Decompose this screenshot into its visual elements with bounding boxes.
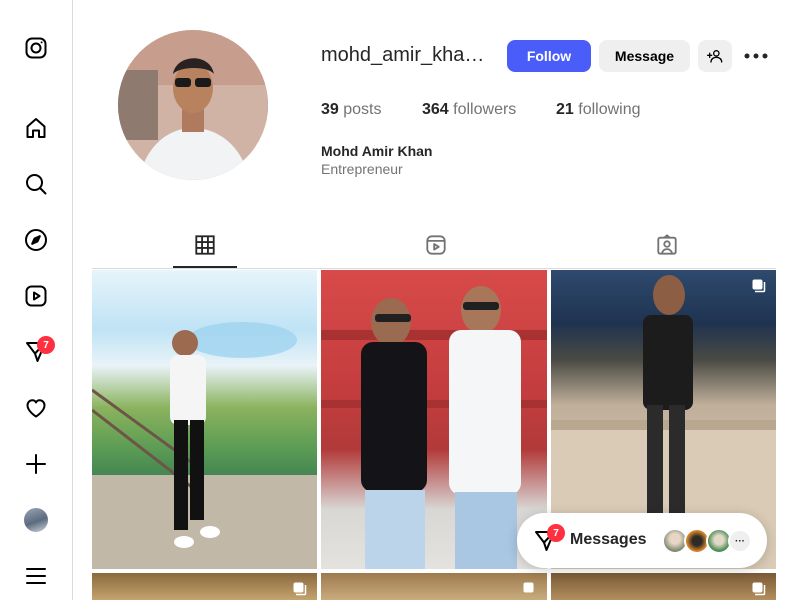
- followers-label: followers: [453, 101, 517, 118]
- profile-avatar[interactable]: [24, 508, 48, 532]
- carousel-icon: [523, 582, 534, 593]
- messages-widget-label: Messages: [570, 531, 647, 548]
- post-photo: [92, 322, 317, 569]
- profile-photo: [118, 30, 268, 180]
- post-thumbnail[interactable]: [321, 573, 547, 600]
- message-button[interactable]: Message: [599, 40, 690, 72]
- post-thumbnail[interactable]: [92, 573, 317, 600]
- posts-stat: 39 posts: [321, 101, 382, 119]
- followers-count: 364: [422, 101, 449, 118]
- tab-posts[interactable]: [192, 232, 218, 258]
- profile-full-name: Mohd Amir Khan: [321, 143, 433, 159]
- tabs-divider: [92, 268, 776, 269]
- more-menu-icon[interactable]: [22, 562, 50, 590]
- profile-username: mohd_amir_khan...: [321, 44, 489, 66]
- messages-widget[interactable]: 7 Messages ···: [517, 513, 767, 568]
- add-user-icon: [707, 50, 723, 63]
- create-plus-icon[interactable]: [22, 450, 50, 478]
- explore-icon[interactable]: [22, 226, 50, 254]
- messages-widget-badge: 7: [547, 524, 565, 542]
- posts-count: 39: [321, 101, 339, 118]
- carousel-icon: [752, 582, 766, 596]
- following-stat[interactable]: 21 following: [556, 101, 641, 119]
- ellipsis-icon: [744, 53, 768, 59]
- tab-reels[interactable]: [423, 232, 449, 258]
- posts-grid-icon: [195, 235, 215, 255]
- instagram-logo-icon[interactable]: [22, 34, 50, 62]
- notifications-heart-icon[interactable]: [22, 394, 50, 422]
- home-icon[interactable]: [22, 114, 50, 142]
- search-icon[interactable]: [22, 170, 50, 198]
- profile-picture[interactable]: [118, 30, 268, 180]
- messages-badge: 7: [37, 336, 55, 354]
- following-label: following: [578, 101, 641, 118]
- carousel-icon: [293, 582, 307, 596]
- tagged-icon: [657, 234, 677, 255]
- more-conversations-indicator: ···: [728, 529, 752, 553]
- follow-button[interactable]: Follow: [507, 40, 591, 72]
- post-thumbnail[interactable]: [92, 270, 317, 569]
- post-thumbnail[interactable]: [321, 270, 547, 569]
- reels-tab-icon: [426, 235, 446, 255]
- reels-icon[interactable]: [22, 282, 50, 310]
- followers-stat[interactable]: 364 followers: [422, 101, 516, 119]
- posts-label: posts: [343, 101, 382, 118]
- post-photo: [321, 286, 547, 569]
- following-count: 21: [556, 101, 574, 118]
- options-more-button[interactable]: [742, 44, 770, 68]
- suggested-users-button[interactable]: [698, 40, 732, 72]
- profile-bio: Entrepreneur: [321, 161, 403, 177]
- carousel-icon: [752, 279, 766, 293]
- post-thumbnail[interactable]: [551, 573, 776, 600]
- sidebar: 7: [0, 0, 73, 600]
- tab-tagged[interactable]: [654, 232, 680, 258]
